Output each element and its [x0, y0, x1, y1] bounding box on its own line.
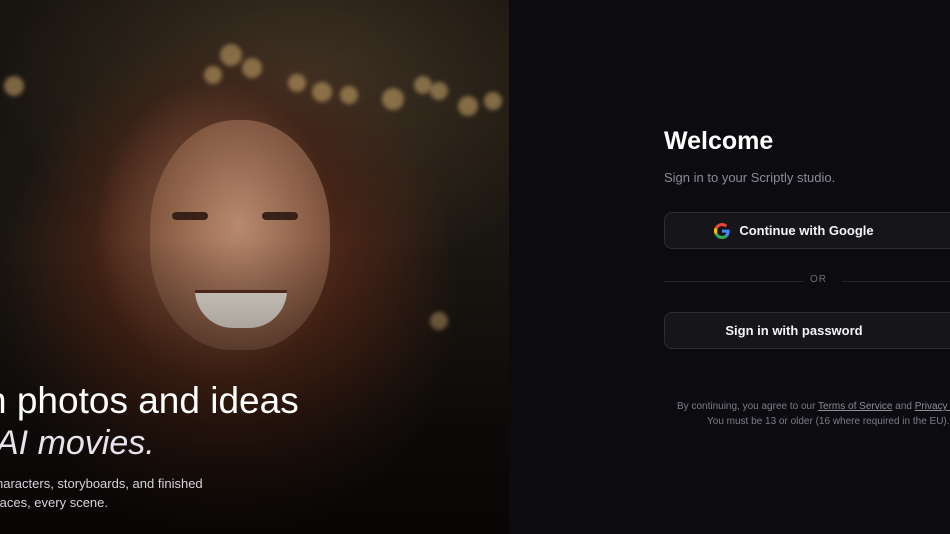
page-title: Welcome	[664, 127, 774, 155]
auth-panel: Welcome Sign in to your Scriptly studio.…	[509, 0, 950, 534]
hero-copy: n photos and ideas AI movies. haracters,…	[0, 0, 509, 534]
hero-subtext: haracters, storyboards, and finished fac…	[0, 476, 203, 510]
password-button-label: Sign in with password	[725, 323, 863, 338]
hero-headline-accent: AI movies.	[0, 424, 155, 462]
age-notice: You must be 13 or older (16 where requir…	[707, 416, 950, 427]
google-button-label: Continue with Google	[739, 223, 874, 238]
or-divider: OR	[664, 274, 950, 288]
legal-notice: By continuing, you agree to our Terms of…	[677, 399, 950, 429]
privacy-policy-link[interactable]: Privacy Po	[915, 401, 950, 412]
page-subtitle: Sign in to your Scriptly studio.	[664, 170, 836, 185]
terms-of-service-link[interactable]: Terms of Service	[818, 401, 892, 412]
google-g-icon	[714, 222, 730, 239]
hero-headline: n photos and ideas	[0, 380, 299, 421]
sign-in-with-password-button[interactable]: Sign in with password	[664, 312, 950, 349]
continue-with-google-button[interactable]: Continue with Google	[664, 212, 950, 249]
